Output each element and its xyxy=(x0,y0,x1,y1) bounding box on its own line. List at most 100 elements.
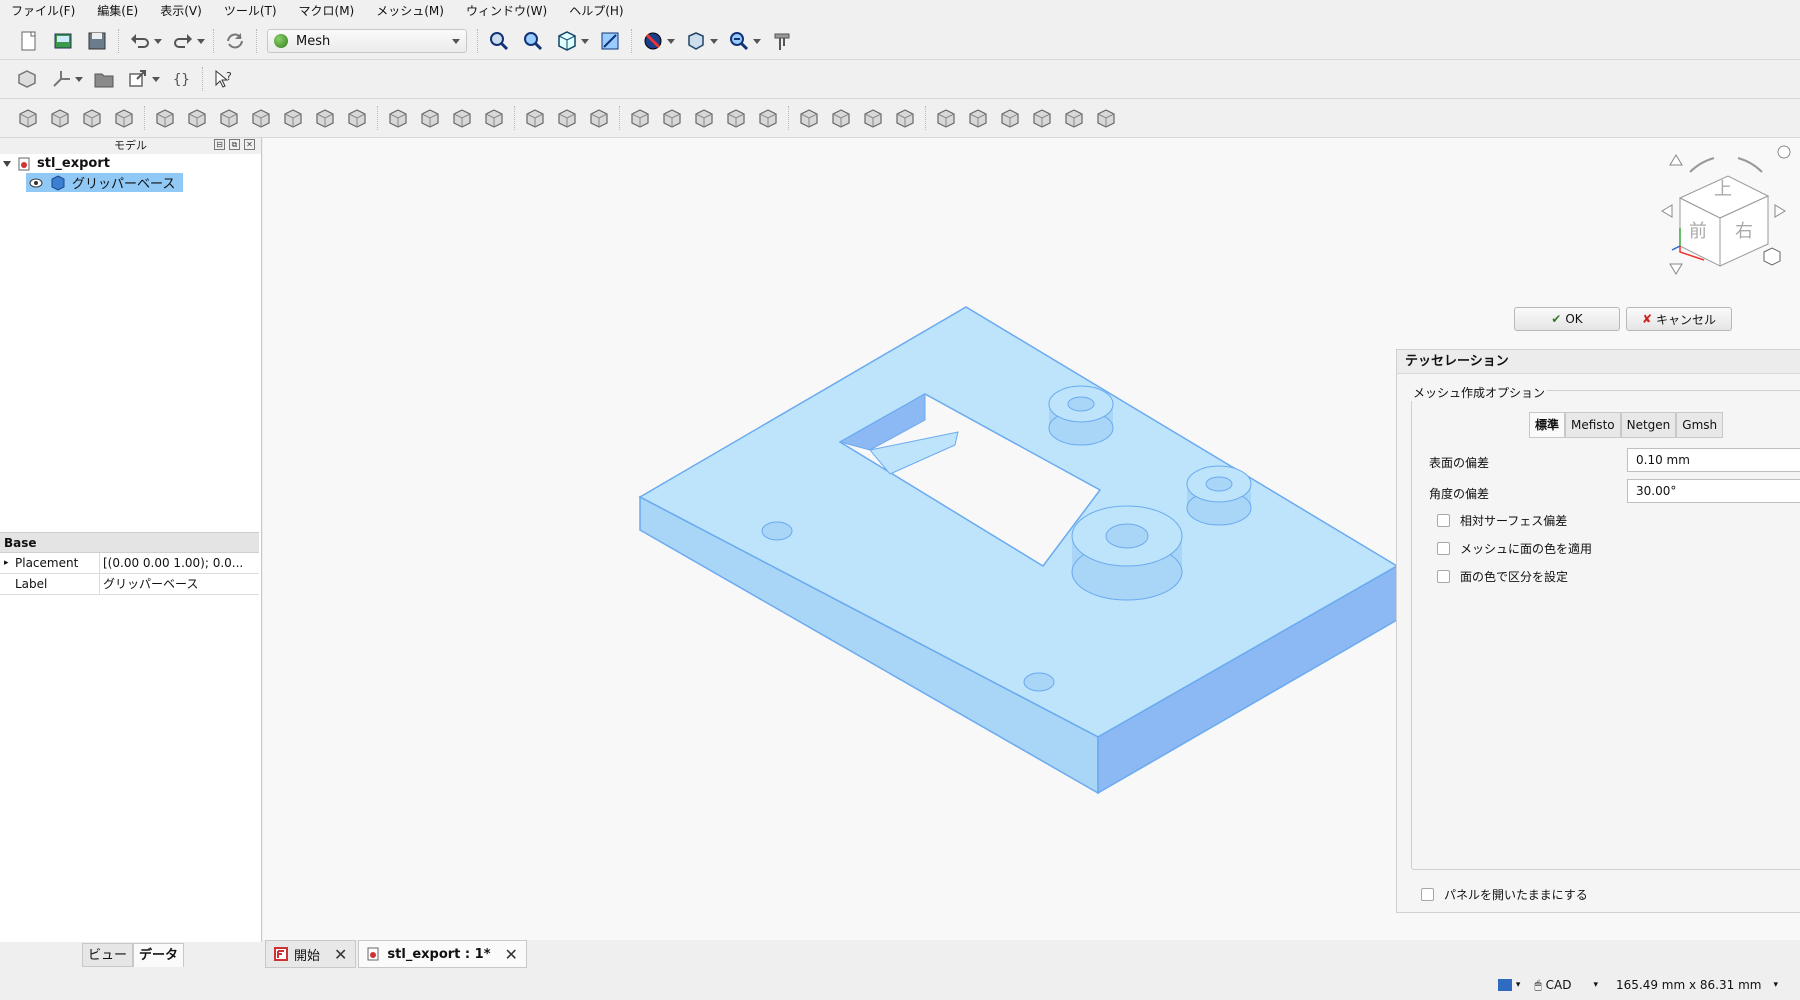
cut-by-plane-icon[interactable] xyxy=(996,105,1024,131)
zoom-icon[interactable] xyxy=(726,28,752,54)
group-folder-icon[interactable] xyxy=(91,66,117,92)
redo-icon[interactable] xyxy=(170,28,196,54)
part-icon[interactable] xyxy=(14,66,40,92)
curvature-info-icon[interactable] xyxy=(932,105,960,131)
axis-dropdown-icon[interactable] xyxy=(74,66,84,92)
add-triangle-icon[interactable] xyxy=(279,105,307,131)
segmentation-icon[interactable] xyxy=(859,105,887,131)
menu-mesh[interactable]: メッシュ(M) xyxy=(365,0,455,22)
property-value[interactable]: グリッパーベース xyxy=(100,574,259,594)
property-value[interactable]: [(0.00 0.00 1.00); 0.0... xyxy=(100,553,259,573)
remesh-icon[interactable] xyxy=(110,105,138,131)
eye-icon[interactable] xyxy=(28,176,44,190)
std-views-dropdown-icon[interactable] xyxy=(709,28,719,54)
redo-dropdown-icon[interactable] xyxy=(196,28,206,54)
section-plane-icon[interactable] xyxy=(754,105,782,131)
menu-edit[interactable]: 編集(E) xyxy=(86,0,149,22)
measure-distance-icon[interactable] xyxy=(769,28,795,54)
tab-stl-export[interactable]: stl_export : 1* ✕ xyxy=(358,940,527,968)
measure-icon[interactable] xyxy=(597,28,623,54)
ok-button[interactable]: ✔ OK xyxy=(1514,307,1620,331)
tab-netgen[interactable]: Netgen xyxy=(1620,412,1677,438)
smooth-icon[interactable] xyxy=(343,105,371,131)
tab-start[interactable]: 開始 ✕ xyxy=(265,940,357,968)
close-icon[interactable]: ✕ xyxy=(334,945,347,964)
new-file-icon[interactable] xyxy=(16,28,42,54)
curvature-icon[interactable] xyxy=(891,105,919,131)
axis-icon[interactable] xyxy=(48,66,74,92)
draw-style-dropdown-icon[interactable] xyxy=(666,28,676,54)
property-row-label[interactable]: Label グリッパーベース xyxy=(0,574,259,595)
navigation-mode[interactable]: CAD xyxy=(1546,978,1572,992)
property-row-placement[interactable]: ▸ Placement [(0.00 0.00 1.00); 0.0... xyxy=(0,553,259,574)
refresh-icon[interactable] xyxy=(222,28,248,54)
menu-help[interactable]: ヘルプ(H) xyxy=(558,0,634,22)
surface-deviation-input[interactable]: 0.10 mm xyxy=(1627,448,1800,472)
flip-normals-icon[interactable] xyxy=(215,105,243,131)
tab-view[interactable]: ビュー xyxy=(82,943,134,967)
draw-style-icon[interactable] xyxy=(640,28,666,54)
import-mesh-icon[interactable] xyxy=(14,105,42,131)
expand-arrow-icon[interactable] xyxy=(3,160,11,167)
expression-icon[interactable]: {} xyxy=(168,66,194,92)
mesh-from-shape-icon[interactable] xyxy=(78,105,106,131)
export-mesh-icon[interactable] xyxy=(46,105,74,131)
undo-dropdown-icon[interactable] xyxy=(153,28,163,54)
tab-gmsh[interactable]: Gmsh xyxy=(1676,412,1724,438)
menu-window[interactable]: ウィンドウ(W) xyxy=(455,0,558,22)
isometric-view-icon[interactable] xyxy=(554,28,580,54)
relative-surface-deviation-checkbox[interactable]: 相対サーフェス偏差 xyxy=(1437,512,1567,529)
menu-view[interactable]: 表示(V) xyxy=(149,0,213,22)
undo-icon[interactable] xyxy=(127,28,153,54)
angular-deviation-input[interactable]: 30.00° xyxy=(1627,479,1800,503)
tab-mefisto[interactable]: Mefisto xyxy=(1565,412,1621,438)
open-file-icon[interactable] xyxy=(50,28,76,54)
cut-mesh-icon[interactable] xyxy=(626,105,654,131)
tab-standard[interactable]: 標準 xyxy=(1529,412,1566,438)
create-cone-icon[interactable] xyxy=(416,105,444,131)
save-icon[interactable] xyxy=(84,28,110,54)
close-icon[interactable]: ✕ xyxy=(244,139,255,150)
remove-components-icon[interactable] xyxy=(311,105,339,131)
zoom-dropdown-icon[interactable] xyxy=(752,28,762,54)
evaluate-icon[interactable] xyxy=(151,105,179,131)
decimate-icon[interactable] xyxy=(1060,105,1088,131)
tree-item-mesh[interactable]: グリッパーベース xyxy=(26,173,184,192)
cross-sections-icon[interactable] xyxy=(722,105,750,131)
difference-icon[interactable] xyxy=(585,105,613,131)
fit-all-icon[interactable] xyxy=(486,28,512,54)
create-solid-icon[interactable] xyxy=(448,105,476,131)
scale-icon[interactable] xyxy=(480,105,508,131)
expand-arrow-icon[interactable]: ▸ xyxy=(4,553,9,573)
create-sphere-icon[interactable] xyxy=(384,105,412,131)
view-style-icon[interactable] xyxy=(1497,979,1512,991)
tree-document[interactable]: stl_export xyxy=(0,154,261,173)
tab-data[interactable]: データ xyxy=(133,943,185,967)
add-facet-icon[interactable] xyxy=(1028,105,1056,131)
apply-face-colors-checkbox[interactable]: メッシュに面の色を適用 xyxy=(1437,540,1592,557)
workbench-selector[interactable]: Mesh xyxy=(267,29,467,53)
link-icon[interactable] xyxy=(125,66,151,92)
keep-panel-open-checkbox[interactable]: パネルを開いたままにする xyxy=(1421,886,1588,903)
build-regular-solid-icon[interactable] xyxy=(1092,105,1120,131)
trim-mesh-icon[interactable] xyxy=(658,105,686,131)
panel-float-icon[interactable]: ⊟ xyxy=(214,139,225,150)
merge-icon[interactable] xyxy=(827,105,855,131)
view-dropdown-icon[interactable] xyxy=(580,28,590,54)
segment-by-face-color-checkbox[interactable]: 面の色で区分を設定 xyxy=(1437,568,1568,585)
close-icon[interactable]: ✕ xyxy=(505,945,518,964)
union-icon[interactable] xyxy=(521,105,549,131)
cancel-button[interactable]: ✘ キャンセル xyxy=(1626,307,1732,331)
link-dropdown-icon[interactable] xyxy=(151,66,161,92)
menu-macro[interactable]: マクロ(M) xyxy=(288,0,366,22)
menu-tools[interactable]: ツール(T) xyxy=(213,0,288,22)
chevron-down-icon[interactable]: ▾ xyxy=(1516,980,1521,990)
harmonize-normals-icon[interactable] xyxy=(183,105,211,131)
fill-hole-icon[interactable] xyxy=(247,105,275,131)
trim-plane-icon[interactable] xyxy=(690,105,718,131)
polygon-select-icon[interactable] xyxy=(964,105,992,131)
std-views-icon[interactable] xyxy=(683,28,709,54)
whats-this-icon[interactable]: ? xyxy=(211,66,237,92)
intersection-icon[interactable] xyxy=(553,105,581,131)
fit-selection-icon[interactable] xyxy=(520,28,546,54)
